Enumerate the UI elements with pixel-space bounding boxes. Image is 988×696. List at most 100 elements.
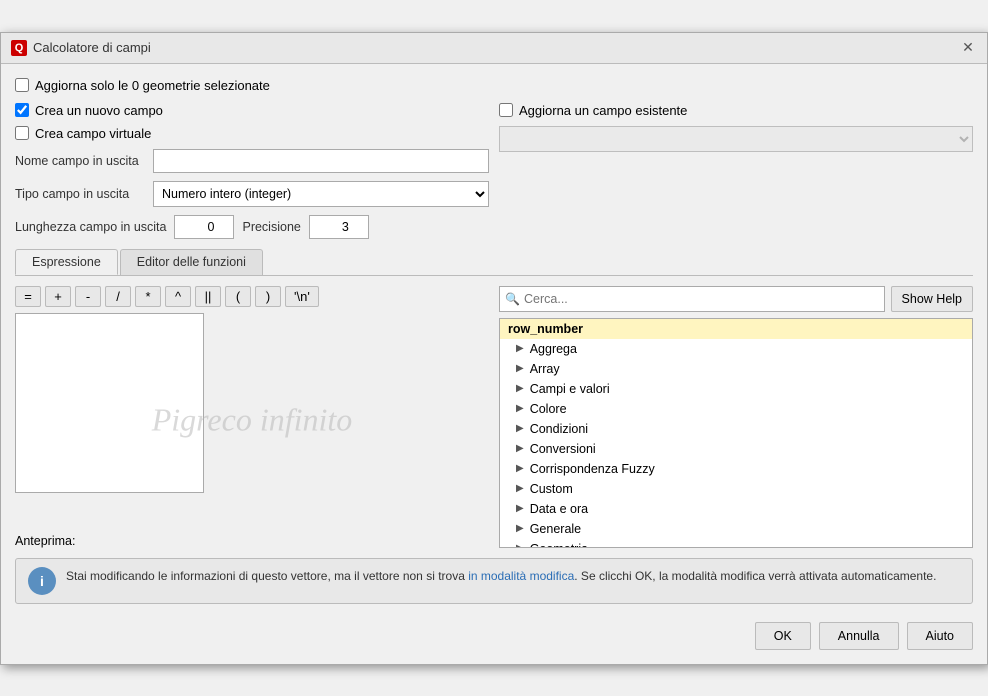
search-input-wrap: 🔍 [499, 286, 885, 312]
preview-row: Anteprima: [15, 534, 489, 548]
op-open-paren[interactable]: ( [225, 286, 251, 307]
op-divide[interactable]: / [105, 286, 131, 307]
aggiorna-esistente-label: Aggiorna un campo esistente [519, 103, 687, 118]
fn-arrow: ▶ [516, 523, 524, 534]
search-row: 🔍 Show Help [499, 286, 973, 312]
fn-label: Generale [530, 522, 581, 536]
fn-arrow: ▶ [516, 423, 524, 434]
expr-right: 🔍 Show Help row_number ▶ Aggrega ▶ [499, 286, 973, 548]
tipo-campo-label: Tipo campo in uscita [15, 187, 145, 201]
fn-item-row_number[interactable]: row_number [500, 319, 972, 339]
expression-textarea[interactable] [15, 313, 204, 493]
tipo-campo-select[interactable]: Numero intero (integer) [153, 181, 489, 207]
tabs: Espressione Editor delle funzioni [15, 249, 973, 276]
fn-item-custom[interactable]: ▶ Custom [500, 479, 972, 499]
info-text: Stai modificando le informazioni di ques… [66, 567, 936, 585]
fn-arrow: ▶ [516, 343, 524, 354]
expression-area: = + - / * ^ || ( ) '\n' Pigreco infinito… [15, 286, 973, 548]
fn-item-data-ora[interactable]: ▶ Data e ora [500, 499, 972, 519]
fn-item-conversioni[interactable]: ▶ Conversioni [500, 439, 972, 459]
precisione-label: Precisione [242, 220, 300, 234]
ok-button[interactable]: OK [755, 622, 811, 650]
info-text-part1: Stai modificando le informazioni di ques… [66, 569, 468, 583]
nome-campo-input[interactable] [153, 149, 489, 173]
fn-label: Colore [530, 402, 567, 416]
aggiorna-checkbox[interactable] [15, 78, 29, 92]
aggiorna-label: Aggiorna solo le 0 geometrie selezionate [35, 78, 270, 93]
fn-label: Campi e valori [530, 382, 610, 396]
top-checkboxes-row: Aggiorna solo le 0 geometrie selezionate [15, 74, 973, 97]
search-icon: 🔍 [505, 292, 520, 306]
tipo-campo-row: Tipo campo in uscita Numero intero (inte… [15, 181, 489, 207]
lunghezza-row: Lunghezza campo in uscita Precisione [15, 215, 489, 239]
fn-item-corrispondenza-fuzzy[interactable]: ▶ Corrispondenza Fuzzy [500, 459, 972, 479]
right-panel: Aggiorna un campo esistente [499, 103, 973, 239]
crea-nuovo-row[interactable]: Crea un nuovo campo [15, 103, 489, 118]
expr-left: = + - / * ^ || ( ) '\n' Pigreco infinito… [15, 286, 489, 548]
fn-item-geometria[interactable]: ▶ Geometria [500, 539, 972, 548]
left-panel: Crea un nuovo campo Crea campo virtuale … [15, 103, 489, 239]
nome-campo-row: Nome campo in uscita [15, 149, 489, 173]
fn-label: Aggrega [530, 342, 577, 356]
op-close-paren[interactable]: ) [255, 286, 281, 307]
tab-editor-funzioni[interactable]: Editor delle funzioni [120, 249, 263, 275]
lunghezza-spinbox[interactable] [174, 215, 234, 239]
fn-label: Array [530, 362, 560, 376]
campo-virtuale-row[interactable]: Crea campo virtuale [15, 126, 489, 141]
info-text-part2: . Se clicchi OK, la modalità modifica ve… [574, 569, 936, 583]
dialog-content: Aggiorna solo le 0 geometrie selezionate… [1, 64, 987, 664]
precisione-spinbox[interactable] [309, 215, 369, 239]
fn-item-colore[interactable]: ▶ Colore [500, 399, 972, 419]
fn-label: row_number [508, 322, 583, 336]
crea-nuovo-checkbox[interactable] [15, 103, 29, 117]
fn-label: Condizioni [530, 422, 588, 436]
fn-label: Geometria [530, 542, 588, 548]
fn-item-array[interactable]: ▶ Array [500, 359, 972, 379]
app-icon: Q [11, 40, 27, 56]
aiuto-button[interactable]: Aiuto [907, 622, 974, 650]
expr-textarea-wrapper: Pigreco infinito [15, 313, 489, 528]
info-bar: i Stai modificando le informazioni di qu… [15, 558, 973, 604]
fn-item-campi-valori[interactable]: ▶ Campi e valori [500, 379, 972, 399]
op-plus[interactable]: + [45, 286, 71, 307]
tab-espressione[interactable]: Espressione [15, 249, 118, 275]
preview-label: Anteprima: [15, 534, 75, 548]
operators-row: = + - / * ^ || ( ) '\n' [15, 286, 489, 307]
fn-arrow: ▶ [516, 363, 524, 374]
dialog-title: Calcolatore di campi [33, 40, 151, 55]
fn-label: Corrispondenza Fuzzy [530, 462, 655, 476]
fn-arrow: ▶ [516, 503, 524, 514]
search-input[interactable] [499, 286, 885, 312]
info-link: in modalità modifica [468, 569, 574, 583]
campo-virtuale-checkbox[interactable] [15, 126, 29, 140]
two-col-section: Crea un nuovo campo Crea campo virtuale … [15, 103, 973, 239]
aggiorna-esistente-checkbox[interactable] [499, 103, 513, 117]
campo-esistente-select[interactable] [499, 126, 973, 152]
fn-arrow: ▶ [516, 403, 524, 414]
fn-arrow: ▶ [516, 463, 524, 474]
annulla-button[interactable]: Annulla [819, 622, 899, 650]
fn-item-generale[interactable]: ▶ Generale [500, 519, 972, 539]
op-newline[interactable]: '\n' [285, 286, 319, 307]
crea-nuovo-label: Crea un nuovo campo [35, 103, 163, 118]
fn-label: Custom [530, 482, 573, 496]
lunghezza-label: Lunghezza campo in uscita [15, 220, 166, 234]
aggiorna-checkbox-row[interactable]: Aggiorna solo le 0 geometrie selezionate [15, 78, 270, 93]
op-concat[interactable]: || [195, 286, 221, 307]
nome-campo-label: Nome campo in uscita [15, 154, 145, 168]
campo-virtuale-label: Crea campo virtuale [35, 126, 151, 141]
titlebar-left: Q Calcolatore di campi [11, 40, 151, 56]
fn-item-condizioni[interactable]: ▶ Condizioni [500, 419, 972, 439]
campo-select-group [499, 126, 973, 152]
op-multiply[interactable]: * [135, 286, 161, 307]
close-button[interactable]: ✕ [959, 39, 977, 57]
show-help-button[interactable]: Show Help [891, 286, 973, 312]
calcolatore-dialog: Q Calcolatore di campi ✕ Aggiorna solo l… [0, 32, 988, 665]
fn-item-aggrega[interactable]: ▶ Aggrega [500, 339, 972, 359]
fn-arrow: ▶ [516, 483, 524, 494]
op-power[interactable]: ^ [165, 286, 191, 307]
op-equals[interactable]: = [15, 286, 41, 307]
fn-label: Conversioni [530, 442, 596, 456]
op-minus[interactable]: - [75, 286, 101, 307]
aggiorna-esistente-row[interactable]: Aggiorna un campo esistente [499, 103, 973, 118]
